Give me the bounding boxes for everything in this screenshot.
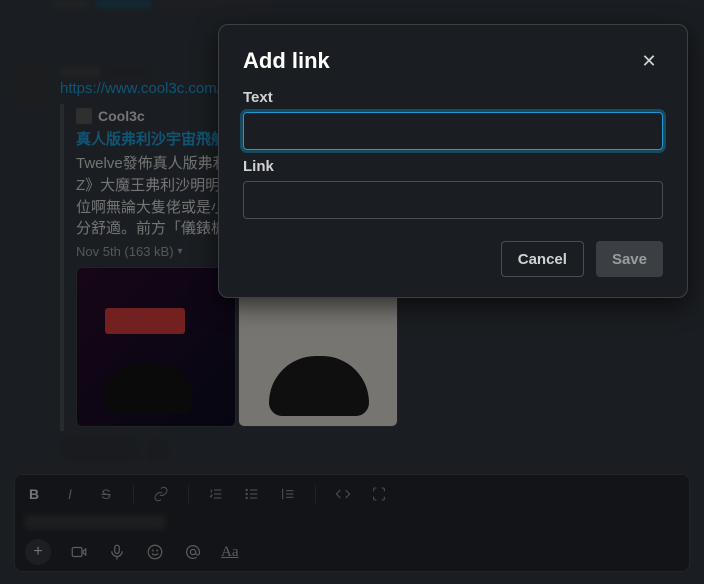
close-icon[interactable]: ✕: [635, 47, 663, 75]
cancel-button[interactable]: Cancel: [501, 241, 584, 277]
text-field-label: Text: [243, 89, 663, 106]
text-input[interactable]: [243, 112, 663, 150]
modal-overlay: Add link ✕ Text Link Cancel Save: [0, 0, 704, 584]
link-field-label: Link: [243, 158, 663, 175]
save-button[interactable]: Save: [596, 241, 663, 277]
add-link-modal: Add link ✕ Text Link Cancel Save: [218, 24, 688, 298]
link-input[interactable]: [243, 181, 663, 219]
modal-title: Add link: [243, 48, 330, 74]
